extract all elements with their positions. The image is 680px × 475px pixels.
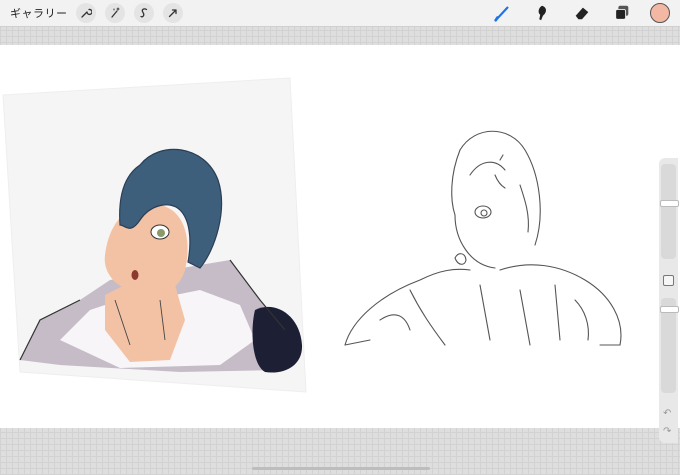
modify-button[interactable] xyxy=(663,275,674,286)
home-indicator xyxy=(252,467,430,470)
layers-icon[interactable] xyxy=(612,3,632,23)
gallery-button[interactable]: ギャラリー xyxy=(10,5,68,21)
color-picker-button[interactable] xyxy=(650,3,670,23)
drawing-canvas[interactable] xyxy=(0,45,680,428)
brush-size-slider[interactable] xyxy=(661,164,676,259)
transform-arrow-icon[interactable] xyxy=(162,3,183,23)
top-toolbar: ギャラリー xyxy=(0,0,680,27)
brush-size-handle[interactable] xyxy=(660,200,679,207)
side-brush-controls: ↶ ↷ xyxy=(659,158,679,443)
eraser-icon[interactable] xyxy=(572,3,592,23)
smudge-icon[interactable] xyxy=(532,3,552,23)
right-tool-group xyxy=(472,3,670,23)
artwork xyxy=(2,77,622,393)
line-art-sketch xyxy=(344,130,622,346)
redo-button[interactable]: ↷ xyxy=(663,426,671,437)
selection-icon[interactable] xyxy=(133,3,154,23)
brush-opacity-handle[interactable] xyxy=(660,306,679,313)
magic-wand-icon[interactable] xyxy=(104,3,125,23)
undo-button[interactable]: ↶ xyxy=(663,408,671,419)
brush-icon[interactable] xyxy=(492,3,512,23)
wrench-icon[interactable] xyxy=(75,3,96,23)
